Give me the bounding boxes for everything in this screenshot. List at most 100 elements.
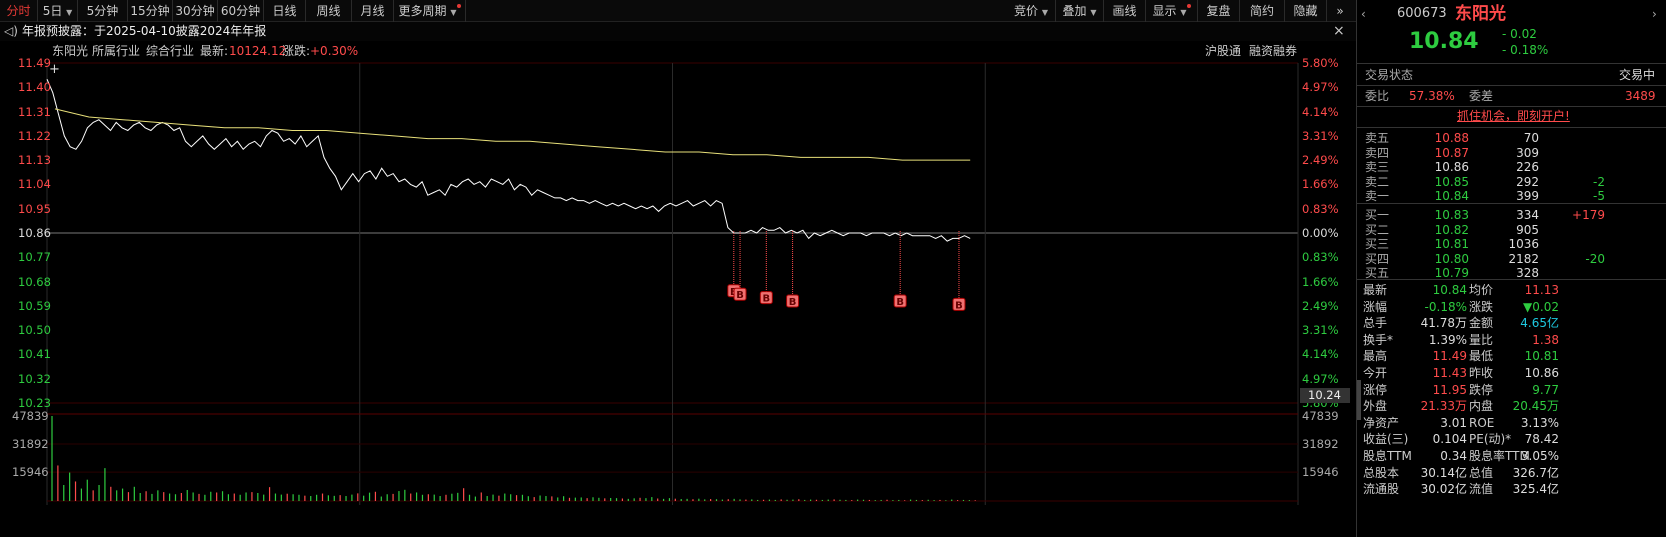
stock-name: 东阳光 <box>1455 4 1506 24</box>
draw-line-button[interactable]: 画线 <box>1104 0 1146 22</box>
pct-tick: 0.83% <box>1302 201 1339 216</box>
tab-5min[interactable]: 5分钟 <box>78 0 128 22</box>
notice-bar: ◁) 年报预披露：于2025-04-10披露2024年年报 × <box>0 22 1440 41</box>
pct-tick: 0.00% <box>1302 226 1339 240</box>
stat-label: 流通股 <box>1363 482 1400 497</box>
pct-tick: 0.83% <box>1302 250 1339 265</box>
price-tick: 10.59 <box>18 298 51 313</box>
stock-code: 600673 <box>1397 6 1447 21</box>
stat-label: 涨幅 <box>1363 299 1388 314</box>
stat-label: 涨停 <box>1363 382 1388 397</box>
stat-label: 金额 <box>1469 316 1494 331</box>
orderbook-level-label: 买一 <box>1365 208 1390 222</box>
chevron-down-icon: ▼ <box>1041 8 1048 17</box>
pct-tick: 1.66% <box>1302 177 1339 192</box>
stat-value: 0.104 <box>1432 432 1467 447</box>
pct-tick: 4.14% <box>1302 104 1339 119</box>
volume-tick: 15946 <box>1302 465 1339 480</box>
buy-marker-label: B <box>763 294 771 305</box>
tab-15min[interactable]: 15分钟 <box>128 0 173 22</box>
buy-marker-label: B <box>736 290 744 301</box>
stat-label: 总股本 <box>1363 465 1400 480</box>
chevron-down-icon: ▼ <box>66 8 73 17</box>
tab-more-periods[interactable]: 更多周期 ▼ <box>394 0 466 22</box>
stat-value: 0.34 <box>1440 449 1467 463</box>
pct-tick: 2.49% <box>1302 298 1339 313</box>
tab-60min[interactable]: 60分钟 <box>218 0 264 22</box>
stat-value: 11.13 <box>1524 283 1559 297</box>
price-tick: 11.49 <box>18 56 51 70</box>
notification-dot-icon <box>456 4 461 8</box>
orderbook-volume: 309 <box>1516 145 1539 160</box>
tab-daily[interactable]: 日线 <box>264 0 306 22</box>
price-tick: 10.95 <box>18 201 51 216</box>
orderbook-volume: 70 <box>1523 131 1539 145</box>
orderbook-change: -5 <box>1593 189 1605 204</box>
tab-weekly[interactable]: 周线 <box>306 0 352 22</box>
orderbook-price: 10.87 <box>1434 145 1469 160</box>
stat-label: 股息TTM <box>1363 449 1412 463</box>
orderbook-level-label: 买三 <box>1365 237 1390 252</box>
buy-marker-label: B <box>789 297 797 308</box>
expand-icon[interactable]: » <box>1327 0 1353 22</box>
auction-button[interactable]: 竞价 ▼ <box>1007 0 1056 22</box>
pct-tick: 4.97% <box>1302 371 1339 386</box>
stat-label: ROE <box>1469 415 1495 430</box>
orderbook-volume: 2182 <box>1508 251 1539 266</box>
orderbook-price: 10.86 <box>1434 160 1469 175</box>
overlay-button[interactable]: 叠加 ▼ <box>1056 0 1104 22</box>
display-button[interactable]: 显示 ▼ <box>1146 0 1198 22</box>
orderbook-level-label: 卖二 <box>1365 174 1390 189</box>
intraday-chart[interactable]: BBBBBB <box>0 41 1356 537</box>
price-change: - 0.02 <box>1502 27 1537 41</box>
status-label: 交易状态 <box>1365 68 1414 82</box>
tab-monthly[interactable]: 月线 <box>352 0 394 22</box>
orderbook-volume: 399 <box>1516 189 1539 204</box>
price-line <box>46 79 971 242</box>
price-tick: 10.23 <box>18 396 51 410</box>
forward-icon[interactable]: › <box>1652 6 1657 22</box>
pct-tick: 2.49% <box>1302 153 1339 168</box>
stat-value: 9.77 <box>1532 382 1559 397</box>
stat-label: 净资产 <box>1363 415 1400 430</box>
back-icon[interactable]: ‹ <box>1361 6 1366 22</box>
simple-button[interactable]: 简约 <box>1240 0 1285 22</box>
tab-intraday[interactable]: 分时 <box>0 0 38 22</box>
close-icon[interactable]: × <box>1333 22 1345 41</box>
stat-label: 量比 <box>1469 332 1494 347</box>
volume-tick: 47839 <box>1302 409 1339 423</box>
open-account-link[interactable]: 抓住机会，即刻开户! <box>1457 108 1570 124</box>
buy-marker-label: B <box>896 297 904 308</box>
stat-value: 326.7亿 <box>1512 465 1559 480</box>
replay-button[interactable]: 复盘 <box>1198 0 1240 22</box>
orderbook-level-label: 买二 <box>1365 222 1390 237</box>
price-tick: 10.77 <box>18 250 51 265</box>
quote-panel: ‹ 600673 东阳光 › 10.84 - 0.02 - 0.18% 交易状态… <box>1356 0 1666 537</box>
orderbook-price: 10.84 <box>1434 189 1469 204</box>
divider <box>1357 85 1666 86</box>
tab-5day-label: 5日 <box>42 4 63 18</box>
collapse-handle[interactable] <box>1357 380 1361 420</box>
stat-value: -0.18% <box>1424 299 1467 314</box>
notice-text: 年报预披露：于2025-04-10披露2024年年报 <box>22 24 267 38</box>
hide-button[interactable]: 隐藏 <box>1285 0 1327 22</box>
tab-5day[interactable]: 5日 ▼ <box>38 0 78 22</box>
orderbook-volume: 292 <box>1516 174 1539 189</box>
price-tick: 11.22 <box>18 128 51 143</box>
weicha-label: 委差 <box>1469 89 1494 103</box>
stat-value: 20.45万 <box>1512 399 1559 414</box>
tab-30min[interactable]: 30分钟 <box>173 0 218 22</box>
display-label: 显示 <box>1152 4 1177 18</box>
current-price: 10.84 <box>1409 29 1479 54</box>
pct-tick: 3.31% <box>1302 323 1339 338</box>
orderbook-volume: 226 <box>1516 160 1539 175</box>
stat-label: 均价 <box>1469 283 1494 297</box>
orderbook-change: +179 <box>1572 208 1605 222</box>
stat-label: 外盘 <box>1363 399 1388 414</box>
orderbook-level-label: 卖一 <box>1365 189 1390 204</box>
price-tick: 11.04 <box>18 177 51 192</box>
stat-label: 收益(三) <box>1363 432 1409 447</box>
stat-value: 21.33万 <box>1420 399 1467 414</box>
volume-tick: 31892 <box>1302 437 1339 452</box>
weicha-value: 3489 <box>1625 89 1656 103</box>
